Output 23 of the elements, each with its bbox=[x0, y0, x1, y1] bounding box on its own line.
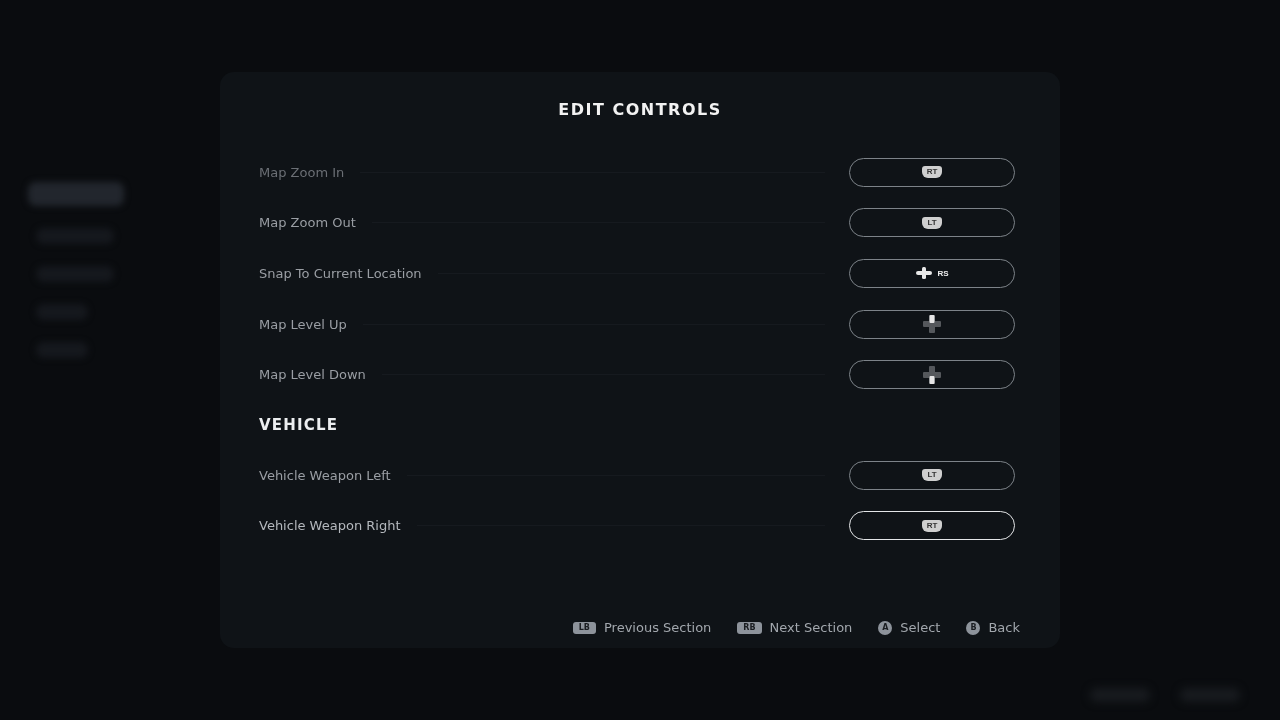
controller-key-icon: A bbox=[878, 620, 893, 635]
hint-label[interactable]: Select bbox=[900, 620, 941, 635]
hint-label[interactable]: Previous Section bbox=[603, 620, 712, 635]
trigger-key: LT bbox=[922, 216, 942, 229]
trigger-key: RT bbox=[921, 166, 943, 179]
stick-icon bbox=[915, 267, 934, 280]
section-heading: VEHICLE bbox=[259, 414, 340, 436]
action-label: Map Zoom Out bbox=[259, 215, 356, 231]
action-label: Map Level Down bbox=[259, 367, 366, 383]
action-label: Vehicle Weapon Right bbox=[259, 518, 401, 534]
hint-label[interactable]: Back bbox=[988, 620, 1020, 635]
dialog-title: EDIT CONTROLS bbox=[558, 100, 722, 119]
action-label: Map Zoom In bbox=[259, 164, 345, 180]
action-label: Vehicle Weapon Left bbox=[259, 467, 391, 483]
trigger-key: RT bbox=[921, 519, 943, 532]
hint-label[interactable]: Next Section bbox=[769, 620, 853, 635]
controller-key-icon: LB bbox=[572, 621, 596, 634]
trigger-key: LT bbox=[922, 469, 942, 482]
controller-key-icon: RB bbox=[737, 621, 762, 634]
controller-key-icon: B bbox=[966, 620, 981, 635]
action-label: Map Level Up bbox=[259, 316, 347, 332]
stick-key: RS bbox=[937, 269, 949, 278]
action-label: Snap To Current Location bbox=[259, 266, 422, 281]
